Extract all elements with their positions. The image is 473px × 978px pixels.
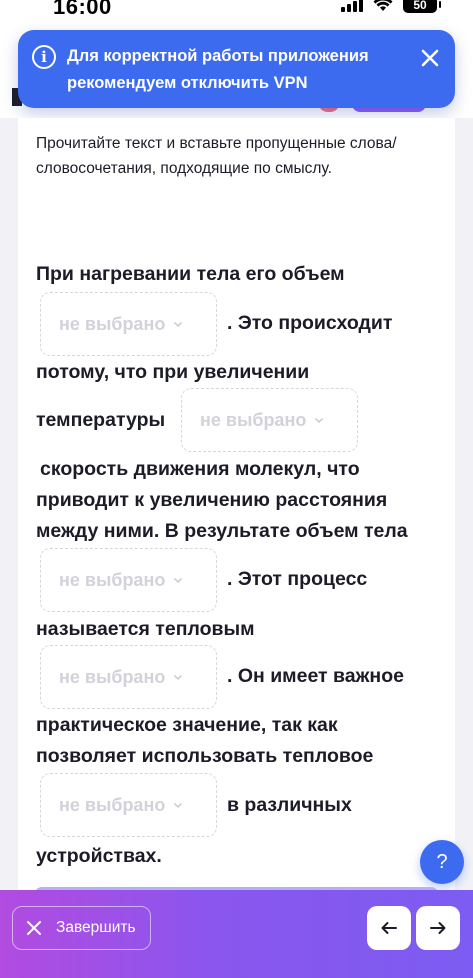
chevron-down-icon bbox=[174, 577, 183, 584]
cellular-signal-icon bbox=[341, 0, 363, 12]
help-button[interactable]: ? bbox=[420, 840, 464, 884]
passage-line: . Это происходит bbox=[227, 312, 393, 334]
close-icon[interactable] bbox=[419, 47, 441, 69]
status-time: 16:00 bbox=[53, 0, 112, 19]
finish-label: Завершить bbox=[56, 919, 136, 936]
blank-select-1[interactable]: не выбрано bbox=[40, 292, 217, 356]
passage-line: При нагревании тела его объем bbox=[36, 263, 345, 285]
passage-line: скорость движения молекул, что bbox=[40, 458, 360, 480]
passage-line: . Этот процесс bbox=[227, 568, 368, 590]
chevron-down-icon bbox=[315, 417, 324, 424]
toast-message: Для корректной работы приложения рекомен… bbox=[67, 47, 369, 92]
select-value: не выбрано bbox=[59, 666, 166, 687]
status-bar: 16:00 50 bbox=[0, 0, 473, 22]
info-icon: i bbox=[32, 45, 56, 69]
arrow-left-icon bbox=[381, 922, 397, 934]
passage-line: приводит к увеличению расстояния bbox=[36, 489, 388, 511]
finish-button[interactable]: Завершить bbox=[12, 906, 151, 950]
previous-button[interactable] bbox=[367, 906, 411, 950]
passage-line: потому, что при увеличении bbox=[36, 361, 310, 383]
next-button[interactable] bbox=[416, 906, 460, 950]
passage-line: называется тепловым bbox=[36, 618, 255, 640]
passage-line: практическое значение, так как bbox=[36, 714, 338, 736]
status-icons: 50 bbox=[341, 0, 441, 13]
select-value: не выбрано bbox=[59, 794, 166, 815]
select-value: не выбрано bbox=[59, 569, 166, 590]
passage-line: устройствах. bbox=[36, 845, 162, 867]
select-value: не выбрано bbox=[200, 409, 307, 430]
passage-line: . Он имеет важное bbox=[227, 665, 404, 687]
chevron-down-icon bbox=[174, 802, 183, 809]
select-value: не выбрано bbox=[59, 313, 166, 334]
blank-select-4[interactable]: не выбрано bbox=[40, 645, 217, 709]
arrow-right-icon bbox=[430, 922, 446, 934]
battery-icon: 50 bbox=[403, 0, 441, 13]
blank-select-2[interactable]: не выбрано bbox=[181, 388, 358, 452]
blank-select-3[interactable]: не выбрано bbox=[40, 548, 217, 612]
chevron-down-icon bbox=[174, 674, 183, 681]
passage-line: в различных bbox=[227, 794, 352, 816]
passage-line: позволяет использовать тепловое bbox=[36, 745, 374, 767]
close-icon bbox=[27, 921, 41, 935]
wifi-icon bbox=[373, 0, 393, 12]
passage-line: между ними. В результате объем тела bbox=[36, 520, 408, 542]
chevron-down-icon bbox=[174, 321, 183, 328]
passage-line: температуры bbox=[36, 409, 166, 431]
blank-select-5[interactable]: не выбрано bbox=[40, 773, 217, 837]
task-instruction: Прочитайте текст и вставьте пропущенные … bbox=[36, 135, 397, 177]
vpn-warning-toast: i Для корректной работы приложения реком… bbox=[18, 30, 455, 108]
